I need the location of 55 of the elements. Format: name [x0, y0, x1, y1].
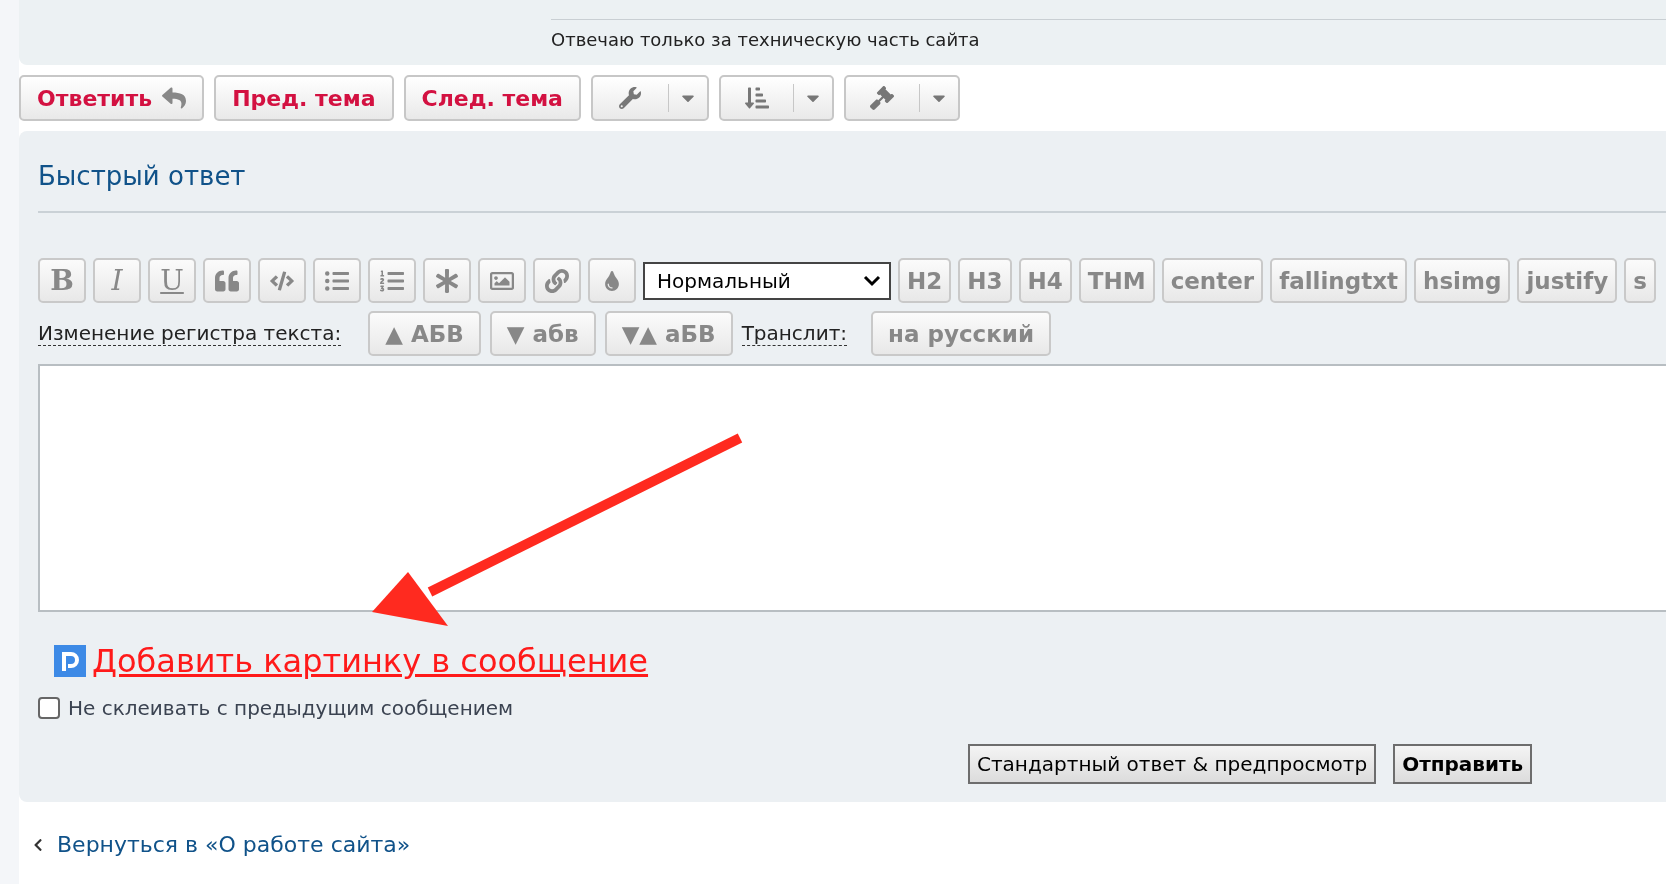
format-button[interactable] — [203, 258, 251, 303]
wrench-icon — [619, 87, 642, 109]
case-button[interactable]: ▲ АБВ — [368, 311, 481, 356]
add-image-link[interactable]: Добавить картинку в сообщение — [92, 642, 649, 680]
image-host-icon — [54, 645, 86, 677]
case-button[interactable]: ▼ абв — [489, 311, 596, 356]
link-icon — [545, 268, 569, 293]
reply-button[interactable]: Ответить — [19, 75, 205, 121]
format-button[interactable] — [368, 258, 416, 303]
tag-button[interactable]: justify — [1517, 258, 1618, 303]
tool-menu-button[interactable] — [718, 75, 834, 121]
signature-text: Отвечаю только за техническую часть сайта — [551, 28, 981, 50]
checkbox-label: Не склеивать с предыдущим сообщением — [68, 696, 514, 720]
topic-nav-button[interactable]: След. тема — [403, 75, 581, 121]
translit-label: Транслит: — [741, 321, 848, 346]
section-title: Быстрый ответ — [38, 145, 1666, 213]
tag-button[interactable]: H3 — [958, 258, 1012, 303]
underline-button[interactable]: U — [148, 258, 196, 303]
tag-button[interactable]: H4 — [1018, 258, 1072, 303]
list-icon — [325, 268, 349, 293]
tag-button[interactable]: fallingtxt — [1270, 258, 1407, 303]
checkbox[interactable] — [38, 697, 60, 719]
format-button[interactable] — [478, 258, 526, 303]
tag-button[interactable]: hsimg — [1414, 258, 1511, 303]
drop-icon — [602, 270, 622, 291]
numbered-list-icon — [380, 268, 404, 293]
code-icon — [270, 268, 294, 293]
tag-button[interactable]: H2 — [898, 258, 952, 303]
asterisk-icon — [435, 268, 459, 293]
sort-icon — [744, 86, 769, 110]
case-button[interactable]: ▼▲ аБВ — [604, 311, 733, 356]
tool-menu-button[interactable] — [590, 75, 709, 121]
translit-button[interactable]: на русский — [871, 311, 1052, 356]
format-button[interactable] — [423, 258, 471, 303]
format-button[interactable] — [533, 258, 581, 303]
preview-button[interactable]: Стандартный ответ & предпросмотр — [968, 744, 1377, 784]
submit-button[interactable]: Отправить — [1393, 744, 1533, 784]
style-select[interactable]: Нормальный — [643, 261, 891, 300]
topic-nav-button[interactable]: Пред. тема — [214, 75, 394, 121]
back-link[interactable]: Вернуться в «О работе сайта» — [57, 832, 411, 857]
tag-button[interactable]: center — [1161, 258, 1264, 303]
format-button[interactable] — [588, 258, 636, 303]
gavel-icon — [870, 86, 895, 110]
tag-button[interactable]: THM — [1078, 258, 1155, 303]
reply-icon — [162, 86, 187, 110]
chevron-down-icon — [863, 274, 881, 287]
quote-icon — [215, 268, 239, 293]
format-button[interactable] — [313, 258, 361, 303]
case-label: Изменение регистра текста: — [38, 321, 342, 346]
tag-button[interactable]: s — [1624, 258, 1656, 303]
tool-menu-button[interactable] — [843, 75, 960, 121]
format-button[interactable] — [258, 258, 306, 303]
italic-button[interactable]: I — [93, 258, 141, 303]
bold-button[interactable]: B — [38, 258, 86, 303]
message-field[interactable] — [38, 364, 1666, 612]
